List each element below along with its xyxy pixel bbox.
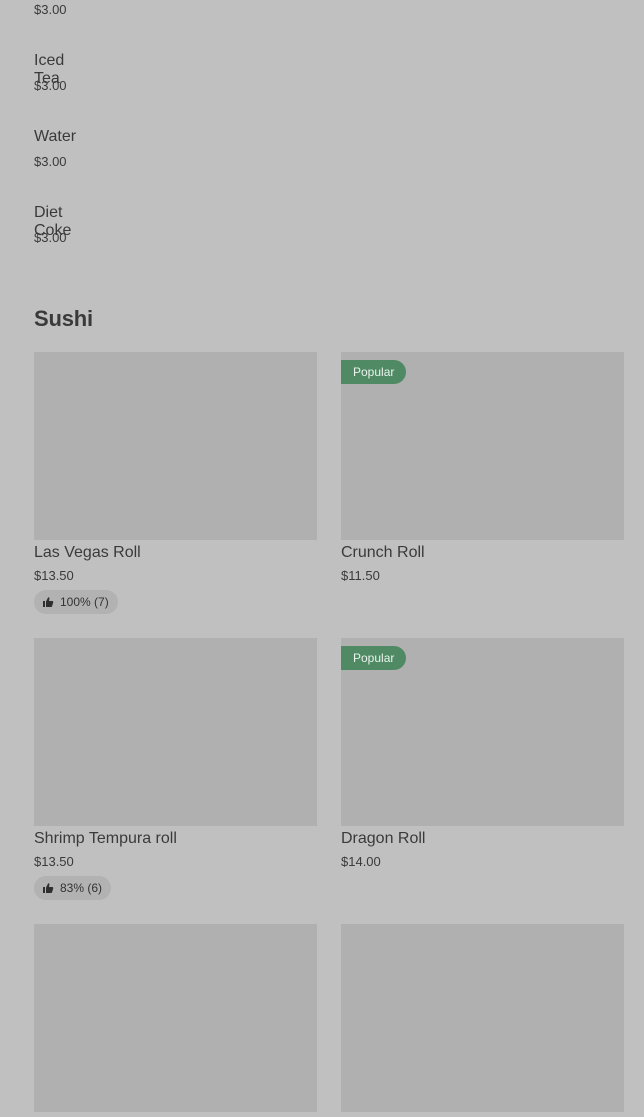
section-title-sushi: Sushi	[34, 306, 93, 331]
thumbs-up-icon	[42, 596, 54, 608]
item-image	[34, 352, 317, 540]
item-name: Dragon Roll	[341, 830, 426, 847]
item-image	[341, 924, 624, 1112]
thumbs-up-icon	[42, 882, 54, 894]
drink-name: Water	[34, 128, 77, 145]
item-price: $11.50	[341, 568, 380, 583]
item-price: $13.50	[34, 568, 74, 583]
item-price: $13.50	[34, 854, 74, 869]
rating-badge: 100% (7)	[34, 590, 118, 614]
item-name: Las Vegas Roll	[34, 544, 141, 561]
item-name: Crunch Roll	[341, 544, 425, 561]
popular-badge: Popular	[341, 646, 407, 670]
item-image	[34, 924, 317, 1112]
rating-badge: 83% (6)	[34, 876, 112, 900]
drink-price: $3.00	[34, 2, 67, 17]
drink-price: $3.00	[34, 78, 67, 93]
item-image	[34, 638, 317, 826]
drink-price: $3.00	[34, 230, 67, 245]
item-price: $14.00	[341, 854, 381, 869]
popular-badge: Popular	[341, 360, 407, 384]
rating-text: 100% (7)	[60, 595, 109, 609]
item-name: Shrimp Tempura roll	[34, 830, 177, 847]
rating-text: 83% (6)	[60, 881, 103, 895]
drink-price: $3.00	[34, 154, 67, 169]
